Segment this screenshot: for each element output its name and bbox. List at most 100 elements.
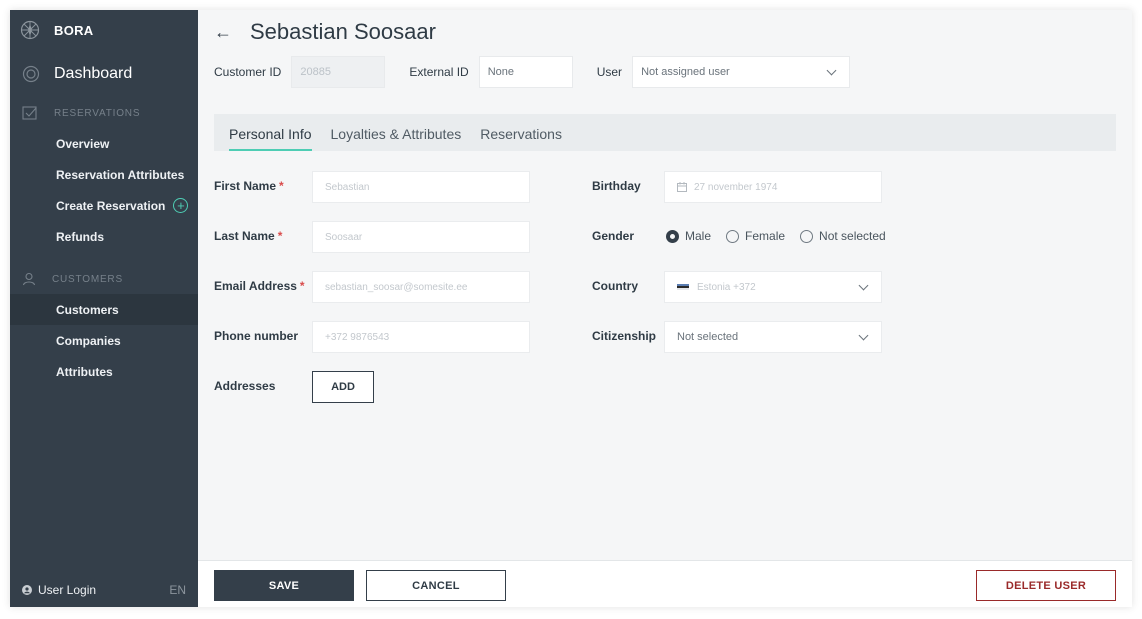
save-button[interactable]: SAVE	[214, 570, 354, 601]
compass-logo-icon	[20, 20, 40, 40]
gender-radio-group: Male Female Not selected	[666, 229, 901, 243]
gender-option-not-selected[interactable]: Not selected	[800, 229, 886, 243]
phone-label: Phone number	[214, 329, 299, 343]
chevron-down-icon	[858, 330, 869, 340]
delete-user-button[interactable]: DELETE USER	[976, 570, 1116, 601]
birthday-row: Birthday	[592, 179, 641, 193]
citizenship-row: Citizenship	[592, 329, 656, 343]
citizenship-select[interactable]: Not selected	[664, 321, 882, 353]
radio-label: Not selected	[819, 229, 886, 243]
birthday-input[interactable]: 27 november 1974	[664, 171, 882, 203]
tab-personal-info[interactable]: Personal Info	[229, 126, 322, 151]
user-select[interactable]: Not assigned user	[632, 56, 851, 88]
brand-name: BORA	[54, 22, 94, 38]
user-login-link[interactable]: User Login	[38, 583, 96, 597]
email-row: Email Address *	[214, 279, 305, 293]
sidebar-item-label: Attributes	[56, 364, 113, 379]
country-label: Country	[592, 279, 638, 293]
gender-option-female[interactable]: Female	[726, 229, 785, 243]
sidebar-item-attributes[interactable]: Attributes	[10, 356, 198, 387]
sidebar-item-reservation-attributes[interactable]: Reservation Attributes	[10, 159, 198, 190]
customer-id-label: Customer ID	[214, 65, 282, 79]
phone-value: +372 9876543	[325, 331, 390, 343]
customers-section-header: CUSTOMERS	[10, 264, 198, 294]
tab-reservations[interactable]: Reservations	[480, 126, 572, 151]
first-name-input[interactable]: Sebastian	[312, 171, 530, 203]
radio-unchecked-icon	[800, 229, 814, 243]
external-id-field[interactable]: None	[478, 56, 573, 88]
reservations-section-header: RESERVATIONS	[10, 98, 198, 128]
gender-option-male[interactable]: Male	[666, 229, 711, 243]
sidebar-footer: User Login EN	[10, 573, 198, 607]
required-marker: *	[279, 179, 284, 193]
radio-label: Male	[685, 229, 712, 243]
sidebar-item-overview[interactable]: Overview	[10, 128, 198, 159]
cancel-button[interactable]: CANCEL	[366, 570, 506, 601]
brand[interactable]: BORA	[10, 10, 198, 50]
customers-section-label: CUSTOMERS	[52, 273, 123, 285]
sidebar-item-companies[interactable]: Companies	[10, 325, 198, 356]
dashboard-label: Dashboard	[54, 65, 133, 82]
language-switcher[interactable]: EN	[169, 583, 186, 597]
add-address-button[interactable]: ADD	[312, 371, 374, 403]
country-select[interactable]: Estonia +372	[664, 271, 882, 303]
sidebar-item-label: Refunds	[56, 229, 104, 244]
page-header: ← Sebastian Soosaar	[198, 10, 1132, 54]
first-name-label: First Name	[214, 179, 277, 193]
chevron-down-icon	[826, 65, 837, 75]
sidebar-item-dashboard[interactable]: Dashboard	[10, 50, 198, 98]
sidebar-item-label: Companies	[56, 333, 121, 348]
back-arrow-icon[interactable]: ←	[214, 22, 232, 43]
estonia-flag-icon	[677, 284, 689, 290]
sidebar-item-create-reservation[interactable]: Create Reservation +	[10, 190, 198, 221]
country-value: Estonia +372	[697, 281, 756, 293]
user-icon	[22, 272, 36, 286]
addresses-label: Addresses	[214, 379, 276, 393]
addresses-row: Addresses	[214, 379, 275, 393]
last-name-value: Soosaar	[325, 231, 363, 243]
dashboard-icon	[22, 65, 40, 83]
phone-input[interactable]: +372 9876543	[312, 321, 530, 353]
app-window: BORA Dashboard RESERVATIONS Overview Res…	[10, 10, 1132, 607]
citizenship-value: Not selected	[677, 331, 739, 343]
sidebar-item-label: Customers	[56, 302, 119, 317]
country-row: Country	[592, 279, 638, 293]
user-circle-icon	[22, 585, 32, 595]
required-marker: *	[299, 279, 305, 293]
page-title: Sebastian Soosaar	[250, 19, 436, 44]
sidebar: BORA Dashboard RESERVATIONS Overview Res…	[10, 10, 198, 607]
first-name-row: First Name *	[214, 179, 284, 193]
checkbox-icon	[22, 106, 37, 120]
radio-checked-icon	[666, 229, 679, 243]
first-name-value: Sebastian	[325, 181, 370, 193]
radio-unchecked-icon	[726, 229, 740, 243]
sidebar-item-label: Overview	[56, 136, 110, 151]
customer-id-field: 20885	[291, 56, 386, 88]
user-label: User	[596, 65, 623, 79]
action-footer: SAVE CANCEL DELETE USER	[198, 560, 1132, 607]
required-marker: *	[277, 229, 283, 243]
tab-bar: Personal Info Loyalties & Attributes Res…	[214, 114, 1116, 151]
last-name-row: Last Name *	[214, 229, 282, 243]
last-name-label: Last Name	[214, 229, 275, 243]
external-id-label: External ID	[409, 65, 469, 79]
sidebar-item-customers[interactable]: Customers	[10, 294, 198, 325]
reservations-section-label: RESERVATIONS	[54, 107, 141, 119]
customer-meta-row: Customer ID 20885 External ID None User …	[198, 54, 1132, 90]
calendar-icon	[677, 182, 687, 192]
email-value: sebastian_soosar@somesite.ee	[325, 281, 468, 293]
email-input[interactable]: sebastian_soosar@somesite.ee	[312, 271, 530, 303]
sidebar-item-label: Reservation Attributes	[56, 167, 185, 182]
tab-loyalties-attributes[interactable]: Loyalties & Attributes	[331, 126, 472, 151]
sidebar-item-refunds[interactable]: Refunds	[10, 221, 198, 252]
phone-row: Phone number	[214, 329, 298, 343]
gender-row: Gender	[592, 229, 634, 243]
chevron-down-icon	[858, 280, 869, 290]
citizenship-label: Citizenship	[592, 329, 657, 343]
radio-label: Female	[745, 229, 786, 243]
user-select-value: Not assigned user	[641, 66, 730, 78]
last-name-input[interactable]: Soosaar	[312, 221, 530, 253]
external-id-value: None	[487, 66, 515, 78]
add-circle-icon[interactable]: +	[173, 198, 189, 213]
email-label: Email Address	[214, 279, 297, 293]
